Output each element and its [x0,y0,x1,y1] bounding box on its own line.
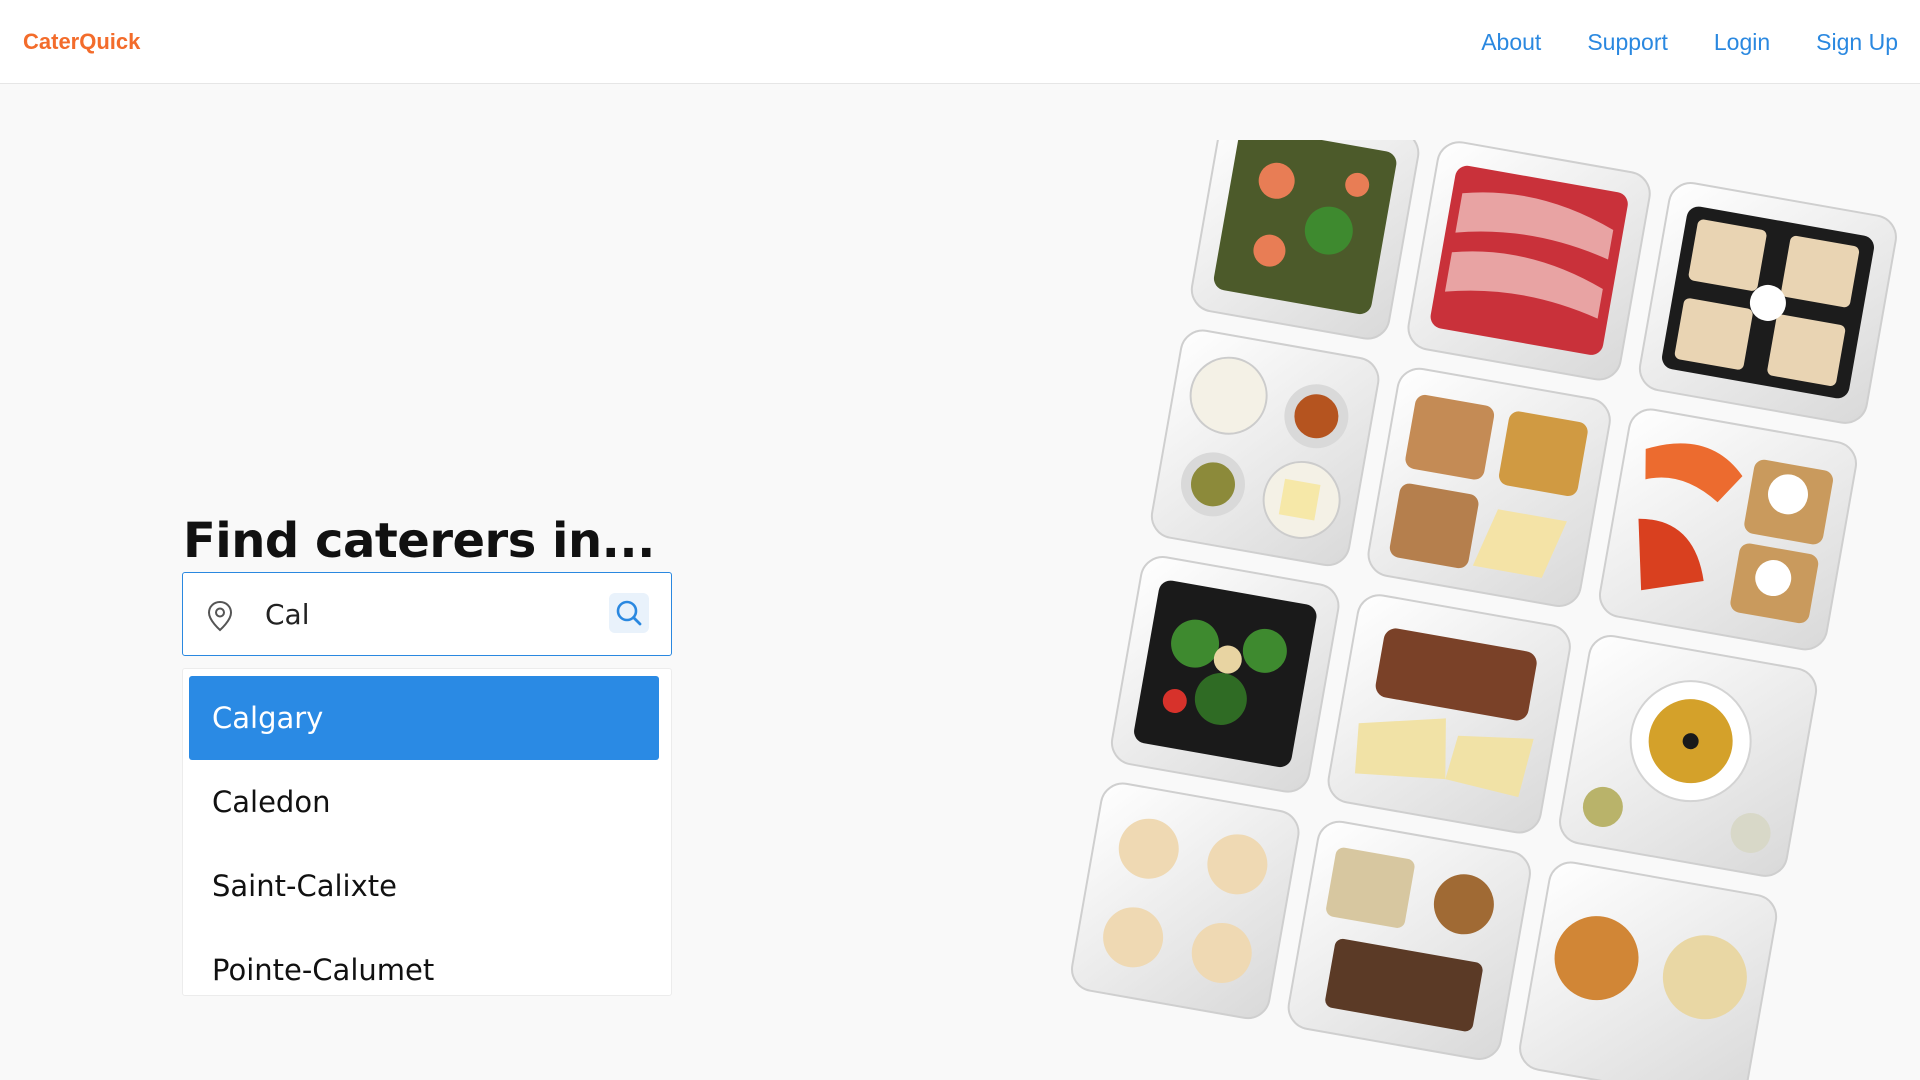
nav-support-link[interactable]: Support [1587,26,1668,58]
brand-logo-link[interactable]: CaterQuick [23,28,140,56]
top-navigation-bar: CaterQuick About Support Login Sign Up [0,0,1920,84]
nav-signup-link[interactable]: Sign Up [1816,26,1898,58]
suggestion-option-saint-calixte[interactable]: Saint-Calixte [189,844,659,928]
hero-title: Find caterers in... [183,513,655,569]
suggestions-dropdown: Calgary Caledon Saint-Calixte Pointe-Cal… [182,668,672,996]
location-search-input[interactable] [265,591,565,637]
suggestion-option-calgary[interactable]: Calgary [189,676,659,760]
main-nav: About Support Login Sign Up [1481,26,1898,58]
suggestion-option-caledon[interactable]: Caledon [189,760,659,844]
location-search-box [182,572,672,656]
nav-login-link[interactable]: Login [1714,26,1770,58]
nav-about-link[interactable]: About [1481,26,1541,58]
map-pin-icon [205,600,235,632]
magnifier-icon [616,600,642,626]
catering-food-trays-image [995,140,1920,1080]
search-button[interactable] [609,593,649,633]
suggestion-option-pointe-calumet[interactable]: Pointe-Calumet [189,928,659,995]
